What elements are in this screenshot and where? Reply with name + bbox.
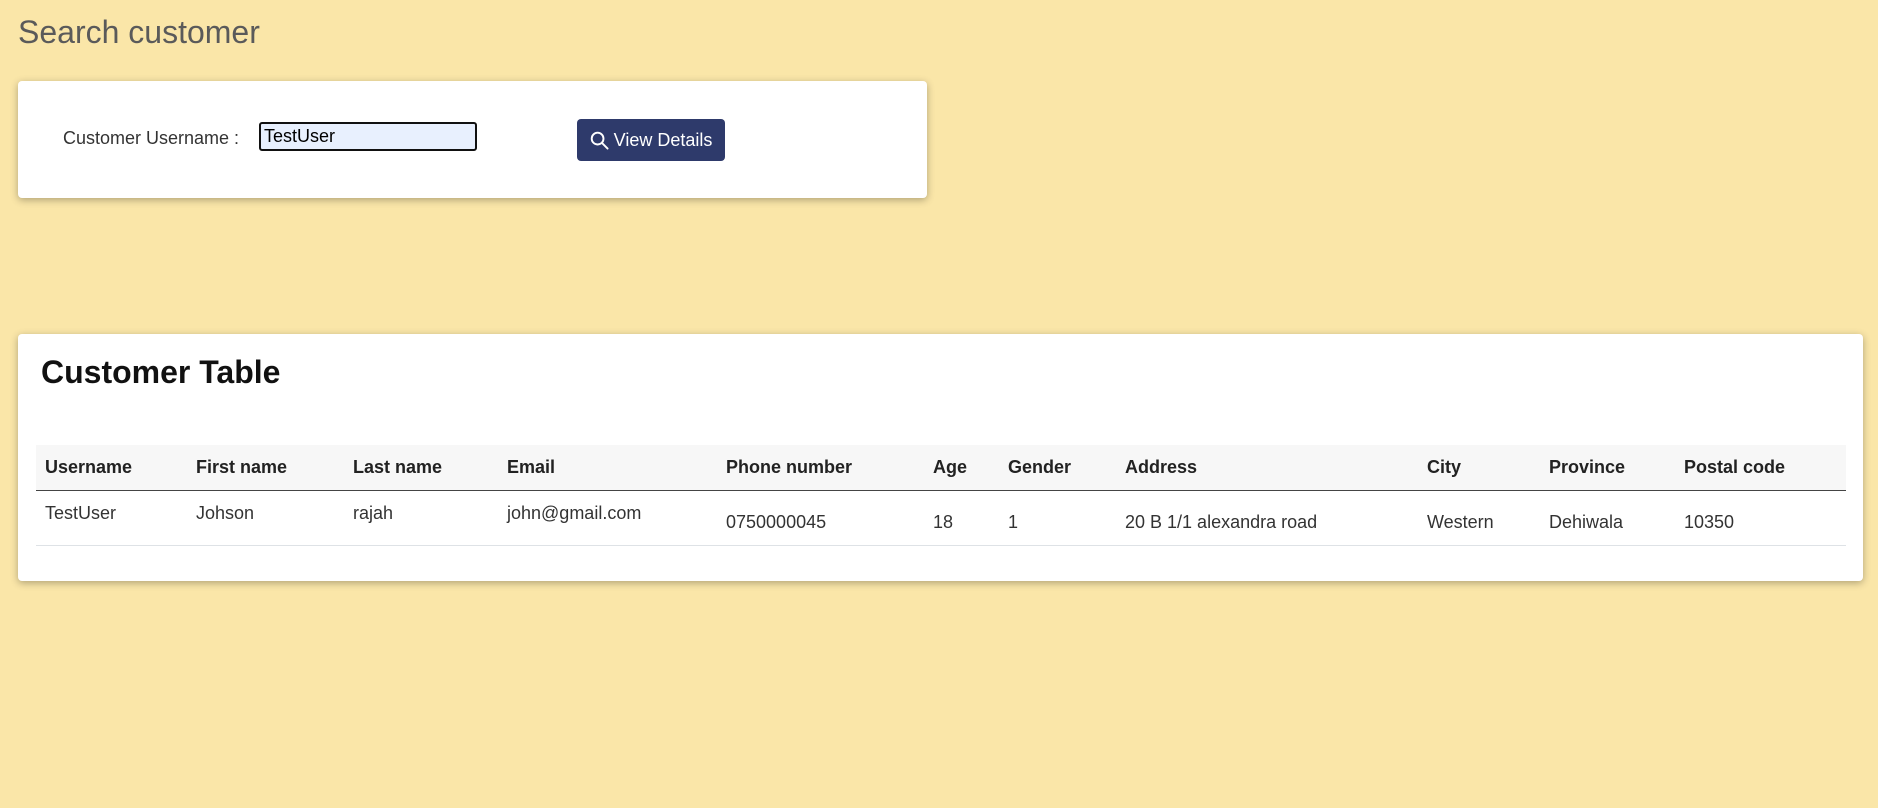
cell-province: Dehiwala	[1540, 490, 1675, 546]
customer-table: Username First name Last name Email Phon…	[36, 445, 1846, 546]
header-province: Province	[1540, 445, 1675, 491]
header-last-name: Last name	[344, 445, 498, 491]
cell-city: Western	[1418, 490, 1540, 546]
view-details-button[interactable]: View Details	[577, 119, 725, 161]
customer-username-input[interactable]	[259, 122, 477, 151]
table-title: Customer Table	[41, 354, 281, 390]
cell-first-name: Johson	[187, 490, 344, 546]
customer-table-card: Customer Table Username First name Last …	[18, 334, 1863, 581]
search-card: Customer Username : View Details	[18, 81, 927, 198]
search-icon	[590, 131, 609, 150]
table-row: TestUser Johson rajah john@gmail.com 075…	[36, 490, 1846, 546]
header-phone-number: Phone number	[717, 445, 924, 491]
customer-username-label: Customer Username :	[63, 128, 240, 148]
header-gender: Gender	[999, 445, 1116, 491]
cell-last-name: rajah	[344, 490, 498, 546]
cell-address: 20 B 1/1 alexandra road	[1116, 490, 1418, 546]
header-postal-code: Postal code	[1675, 445, 1846, 491]
table-header-row: Username First name Last name Email Phon…	[36, 445, 1846, 491]
cell-age: 18	[924, 490, 999, 546]
header-age: Age	[924, 445, 999, 491]
cell-gender: 1	[999, 490, 1116, 546]
view-details-label: View Details	[613, 129, 713, 150]
cell-username: TestUser	[36, 490, 187, 546]
page-title: Search customer	[18, 14, 260, 50]
cell-postal-code: 10350	[1675, 490, 1846, 546]
header-email: Email	[498, 445, 717, 491]
cell-phone-number: 0750000045	[717, 490, 924, 546]
header-first-name: First name	[187, 445, 344, 491]
header-username: Username	[36, 445, 187, 491]
cell-email: john@gmail.com	[498, 490, 717, 546]
header-city: City	[1418, 445, 1540, 491]
header-address: Address	[1116, 445, 1418, 491]
